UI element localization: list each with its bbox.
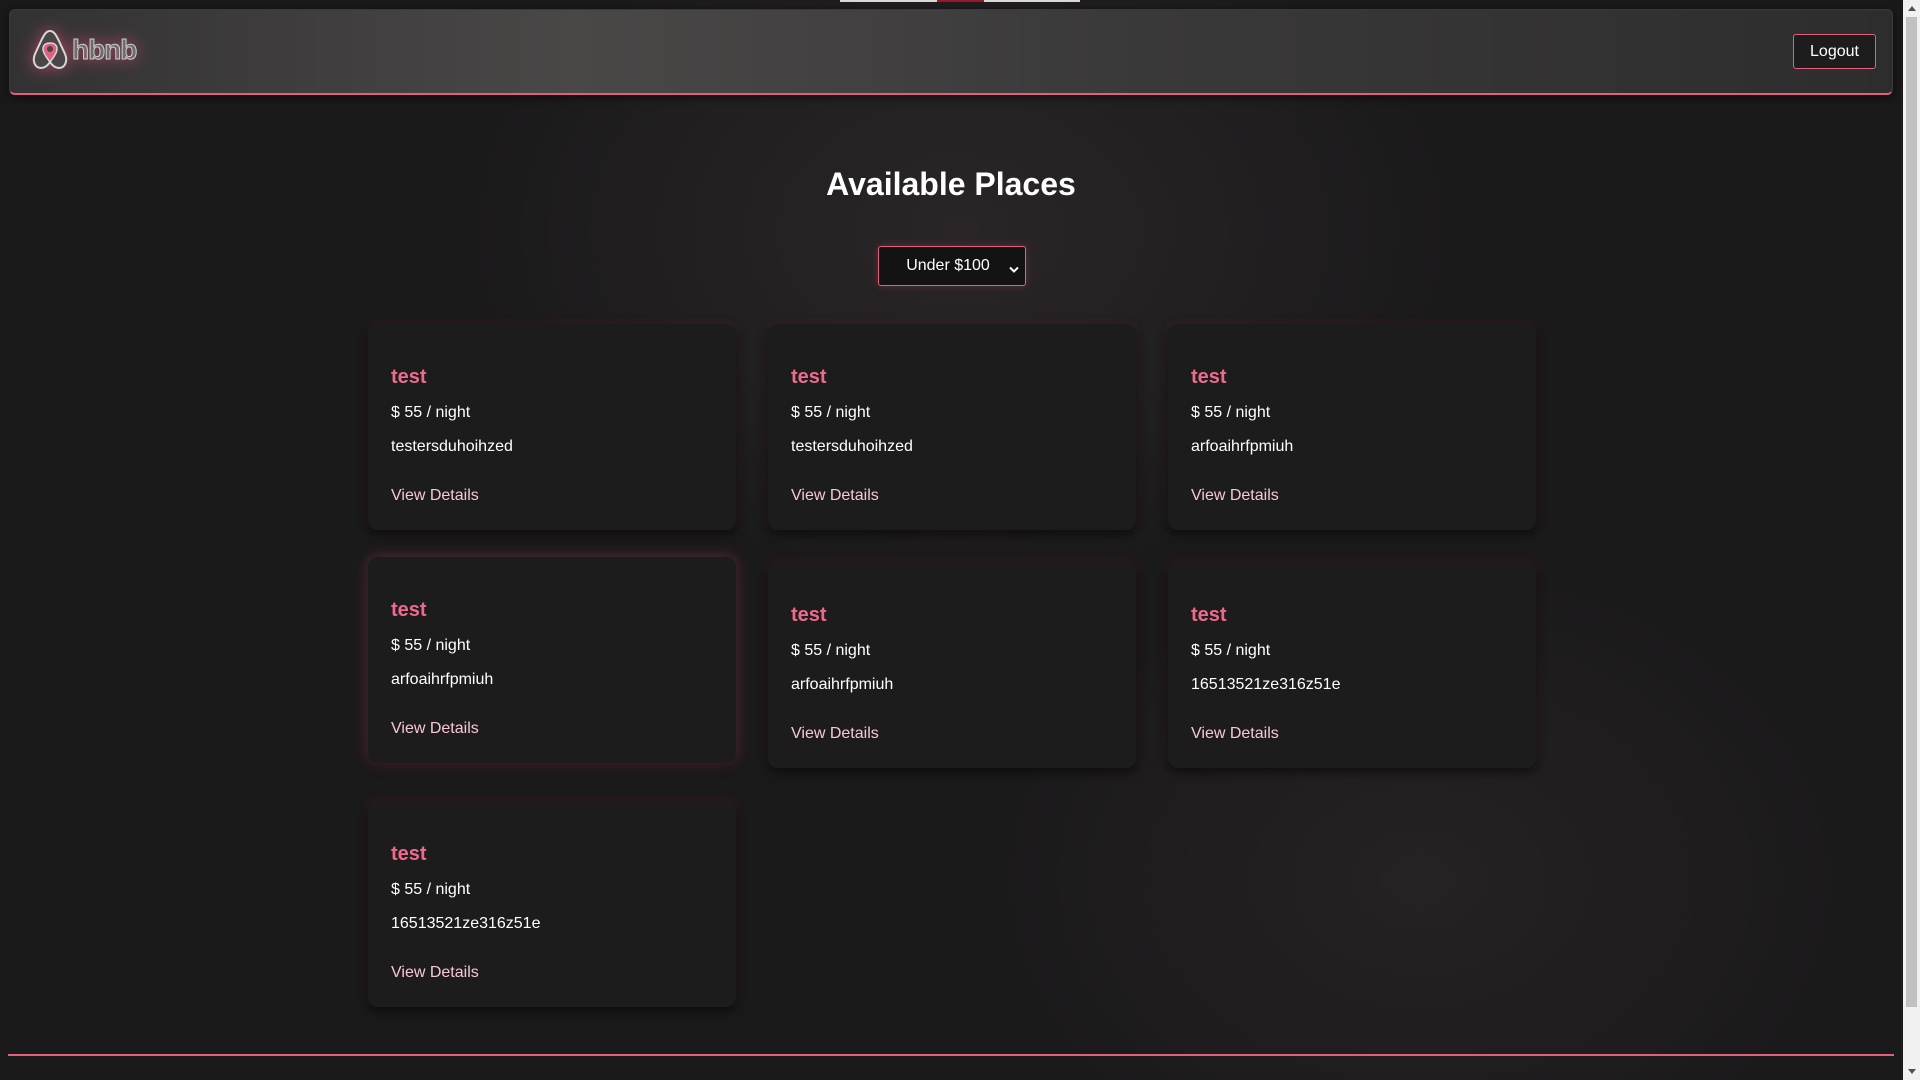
airbnb-logo-icon <box>30 28 70 72</box>
place-description: arfoaihrfpmiuh <box>391 671 494 688</box>
place-description: 16513521ze316z51e <box>1191 676 1341 693</box>
place-title: test <box>791 604 827 626</box>
scroll-up-arrow-icon[interactable] <box>1903 0 1920 17</box>
place-title: test <box>1191 604 1227 626</box>
scroll-down-arrow-icon[interactable] <box>1903 1063 1920 1080</box>
view-details-link[interactable]: View Details <box>391 964 479 982</box>
place-price: $ 55 / night <box>391 404 471 421</box>
place-card: test $ 55 / night 16513521ze316z51e View… <box>1168 562 1536 768</box>
view-details-link[interactable]: View Details <box>791 487 879 505</box>
place-card: test $ 55 / night 16513521ze316z51e View… <box>368 801 736 1007</box>
place-price: $ 55 / night <box>791 404 871 421</box>
place-title: test <box>791 366 827 388</box>
page-title: Available Places <box>826 166 1076 202</box>
place-card: test $ 55 / night arfoaihrfpmiuh View De… <box>768 562 1136 768</box>
scrollbar-thumb[interactable] <box>1906 17 1917 1007</box>
place-title: test <box>391 366 427 388</box>
place-description: arfoaihrfpmiuh <box>1191 438 1294 455</box>
place-description: testersduhoihzed <box>391 438 513 455</box>
place-card: test $ 55 / night testersduhoihzed View … <box>768 324 1136 530</box>
price-filter-value: Under $100 <box>906 257 990 274</box>
place-description: arfoaihrfpmiuh <box>791 676 894 693</box>
place-description: testersduhoihzed <box>791 438 913 455</box>
vertical-scrollbar[interactable] <box>1903 0 1920 1080</box>
place-title: test <box>391 599 427 621</box>
price-filter-select[interactable]: Under $100 <box>878 246 1026 286</box>
place-title: test <box>1191 366 1227 388</box>
navbar: hbnb Logout <box>9 9 1893 95</box>
place-card: test $ 55 / night arfoaihrfpmiuh View De… <box>1168 324 1536 530</box>
top-indicator-strip <box>840 0 1080 2</box>
place-price: $ 55 / night <box>791 642 871 659</box>
view-details-link[interactable]: View Details <box>1191 725 1279 743</box>
logo-text: hbnb <box>71 34 137 66</box>
place-price: $ 55 / night <box>1191 404 1271 421</box>
logo[interactable]: hbnb <box>30 28 138 72</box>
logout-button[interactable]: Logout <box>1793 34 1876 69</box>
place-price: $ 55 / night <box>391 881 471 898</box>
place-card: test $ 55 / night testersduhoihzed View … <box>368 324 736 530</box>
view-details-link[interactable]: View Details <box>1191 487 1279 505</box>
page: hbnb Logout Available Places Under $100 … <box>0 0 1920 1080</box>
view-details-link[interactable]: View Details <box>391 487 479 505</box>
view-details-link[interactable]: View Details <box>391 720 479 738</box>
place-card: test $ 55 / night arfoaihrfpmiuh View De… <box>368 557 736 763</box>
place-description: 16513521ze316z51e <box>391 915 541 932</box>
chevron-down-icon <box>1009 261 1019 279</box>
footer-divider <box>8 1054 1894 1056</box>
place-title: test <box>391 843 427 865</box>
view-details-link[interactable]: View Details <box>791 725 879 743</box>
place-price: $ 55 / night <box>391 637 471 654</box>
place-price: $ 55 / night <box>1191 642 1271 659</box>
